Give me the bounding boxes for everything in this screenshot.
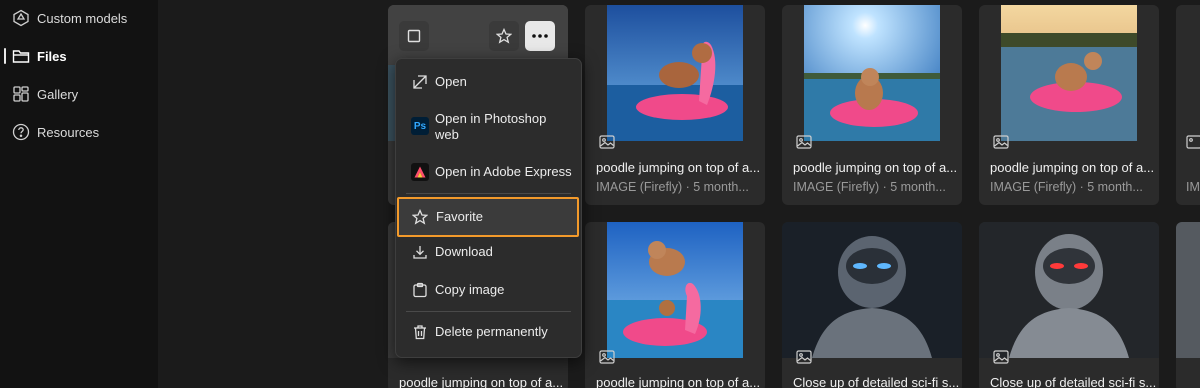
image-type-icon (599, 350, 615, 364)
menu-item-open-photoshop[interactable]: Ps Open in Photoshop web (401, 103, 576, 149)
sidebar: Custom models Files Gallery Resources (0, 0, 158, 388)
card-thumbnail (607, 222, 743, 358)
menu-item-label: Download (435, 244, 493, 259)
sidebar-item-label: Gallery (37, 86, 79, 102)
favorite-button[interactable] (489, 21, 519, 51)
sidebar-item-label: Custom models (37, 10, 128, 26)
menu-item-label: Open (435, 74, 467, 89)
menu-item-label: Copy image (435, 282, 505, 297)
clipboard-icon (410, 280, 430, 300)
file-card[interactable]: poodle jumping on top of a... IMAGE (Fir… (585, 5, 765, 205)
open-external-icon (410, 72, 430, 92)
menu-item-copy-image[interactable]: Copy image (401, 275, 576, 305)
card-meta: IMAGE (Firefly) · 5 month... (793, 180, 946, 194)
card-thumbnail (1001, 5, 1137, 141)
menu-item-open[interactable]: Open (401, 67, 576, 97)
sidebar-item-resources[interactable]: Resources (0, 117, 158, 147)
adobe-express-icon (410, 162, 430, 182)
star-icon (410, 207, 430, 227)
file-card[interactable]: IMAGE ( (1176, 5, 1200, 205)
card-title: Close up of detailed sci-fi s... (990, 375, 1157, 388)
file-card[interactable] (1176, 222, 1200, 388)
card-thumbnail (979, 222, 1159, 358)
custom-models-icon (11, 8, 31, 28)
menu-item-label: Delete permanently (435, 324, 548, 339)
card-title: poodle jumping on top of a... (399, 375, 564, 388)
card-title: poodle jumping on top of a... (596, 375, 761, 388)
file-card[interactable]: Close up of detailed sci-fi s... (782, 222, 962, 388)
menu-item-delete-permanently[interactable]: Delete permanently (401, 317, 576, 347)
file-card[interactable]: poodle jumping on top of a... IMAGE (Fir… (782, 5, 962, 205)
card-title: poodle jumping on top of a... (793, 160, 958, 175)
folder-icon (11, 46, 31, 66)
menu-item-open-adobe-express[interactable]: Open in Adobe Express (401, 157, 576, 187)
sidebar-item-custom-models[interactable]: Custom models (0, 3, 158, 33)
menu-item-download[interactable]: Download (401, 237, 576, 267)
card-title: poodle jumping on top of a... (596, 160, 761, 175)
card-title: poodle jumping on top of a... (990, 160, 1155, 175)
image-type-icon (1186, 135, 1200, 149)
file-card[interactable]: poodle jumping on top of a... IMAGE (Fir… (979, 5, 1159, 205)
image-type-icon (796, 350, 812, 364)
help-circle-icon (11, 122, 31, 142)
sidebar-item-files[interactable]: Files (0, 41, 158, 71)
sidebar-item-gallery[interactable]: Gallery (0, 79, 158, 109)
download-icon (410, 242, 430, 262)
select-checkbox[interactable] (399, 21, 429, 51)
card-thumbnail (782, 222, 962, 358)
trash-icon (410, 322, 430, 342)
menu-item-label: Favorite (436, 209, 483, 224)
image-type-icon (599, 135, 615, 149)
context-menu: Open Ps Open in Photoshop web Open in Ad… (395, 58, 582, 358)
card-meta: IMAGE (Firefly) · 5 month... (990, 180, 1143, 194)
card-thumbnail (1176, 222, 1200, 358)
menu-divider (406, 311, 571, 312)
sidebar-item-label: Files (37, 48, 67, 64)
card-meta: IMAGE (Firefly) · 5 month... (596, 180, 749, 194)
image-type-icon (796, 135, 812, 149)
file-card[interactable]: Close up of detailed sci-fi s... (979, 222, 1159, 388)
more-options-button[interactable] (525, 21, 555, 51)
sidebar-item-label: Resources (37, 124, 100, 140)
menu-item-label: Open in Adobe Express (435, 164, 572, 179)
gallery-icon (11, 84, 31, 104)
file-card[interactable]: poodle jumping on top of a... (585, 222, 765, 388)
menu-item-favorite[interactable]: Favorite (397, 197, 579, 237)
card-thumbnail (804, 5, 940, 141)
image-type-icon (993, 135, 1009, 149)
menu-divider (406, 193, 571, 194)
photoshop-badge: Ps (411, 117, 429, 135)
card-meta: IMAGE ( (1186, 180, 1200, 194)
photoshop-icon: Ps (410, 116, 430, 136)
card-title: Close up of detailed sci-fi s... (793, 375, 960, 388)
image-type-icon (993, 350, 1009, 364)
menu-item-label: Open in Photoshop web (435, 111, 547, 142)
card-thumbnail (607, 5, 743, 141)
